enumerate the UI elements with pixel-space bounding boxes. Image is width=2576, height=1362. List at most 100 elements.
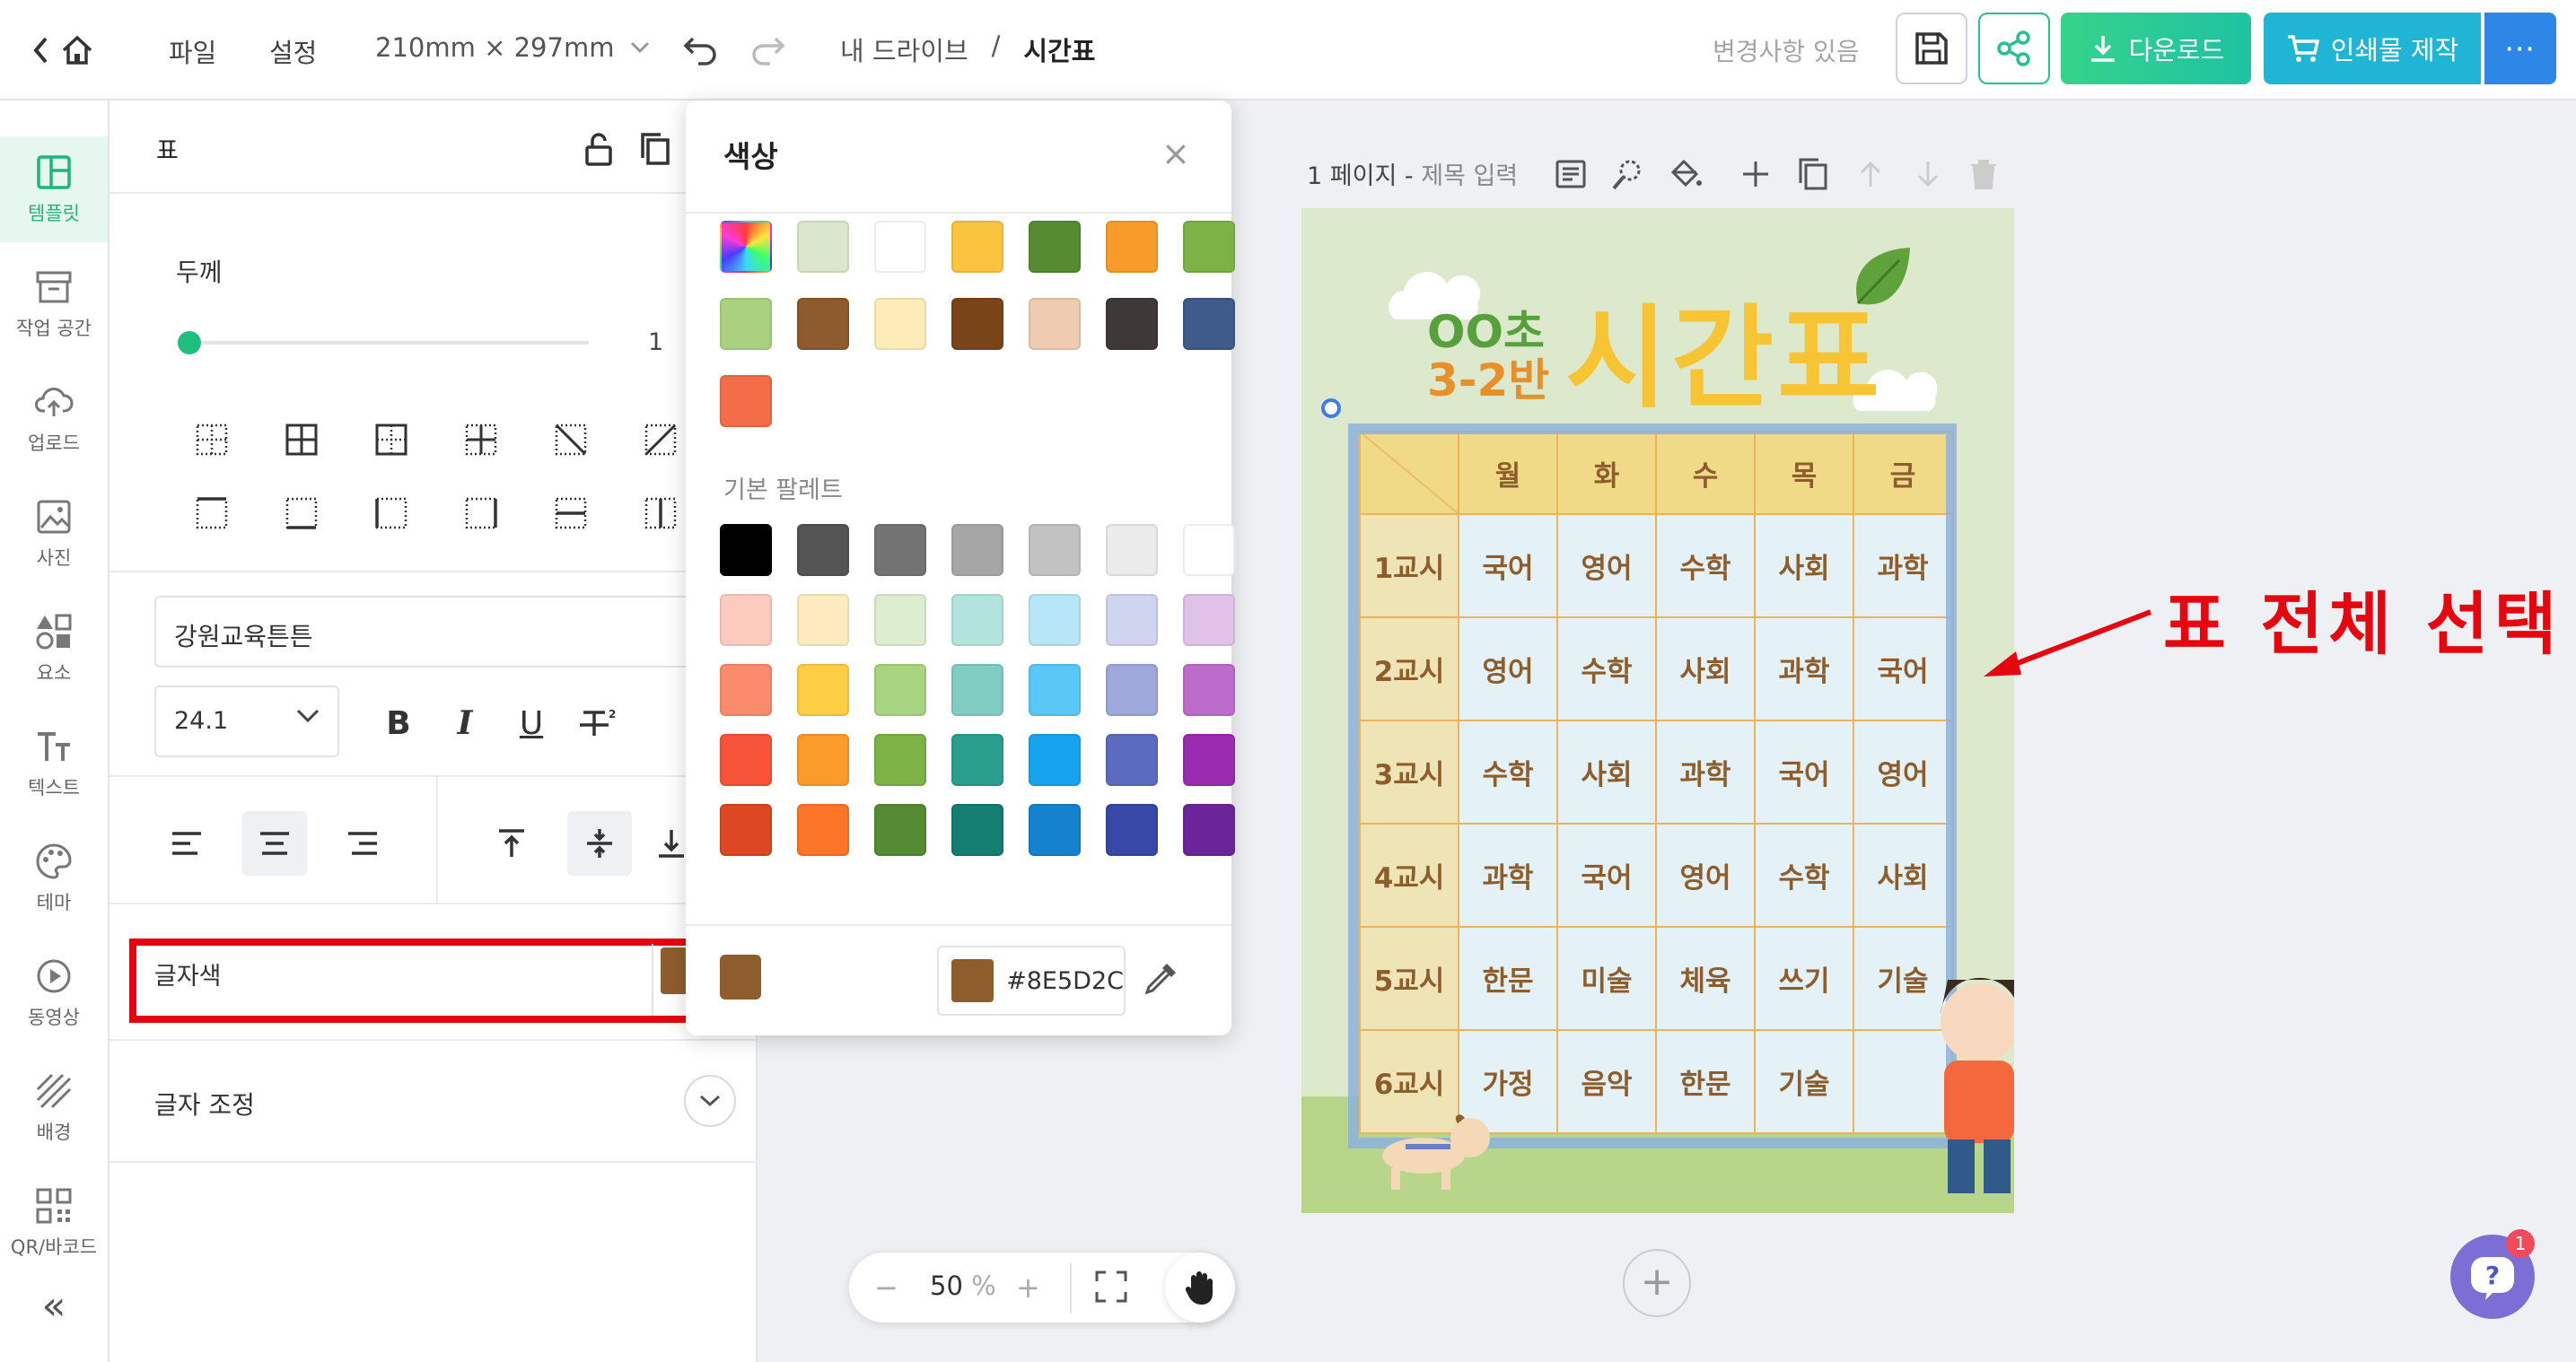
zoom-value[interactable]: 50 %: [930, 1270, 996, 1301]
rail-item-theme[interactable]: 테마: [0, 825, 108, 931]
palette-color-swatch[interactable]: [874, 734, 926, 786]
page-size-dropdown[interactable]: 210mm × 297mm: [375, 32, 650, 63]
thickness-slider-handle[interactable]: [178, 331, 201, 354]
palette-color-swatch[interactable]: [951, 804, 1003, 856]
breadcrumb-root[interactable]: 내 드라이브: [840, 31, 968, 68]
paint-bucket-icon[interactable]: [1668, 156, 1704, 192]
palette-color-swatch[interactable]: [1106, 804, 1158, 856]
breadcrumb-current[interactable]: 시간표: [1023, 31, 1095, 68]
eyedropper-button[interactable]: [1142, 958, 1181, 1001]
palette-color-swatch[interactable]: [874, 594, 926, 646]
palette-color-swatch[interactable]: [1029, 524, 1081, 576]
border-inner-icon[interactable]: [461, 420, 501, 459]
document-color-swatch[interactable]: [951, 298, 1003, 350]
palette-color-swatch[interactable]: [951, 734, 1003, 786]
palette-color-swatch[interactable]: [797, 664, 849, 716]
add-page-button[interactable]: +: [1623, 1249, 1691, 1317]
document-color-swatch[interactable]: [797, 221, 849, 273]
palette-color-swatch[interactable]: [874, 804, 926, 856]
settings-menu[interactable]: 설정: [269, 32, 317, 70]
document-color-swatch[interactable]: [1106, 221, 1158, 273]
custom-color-swatch[interactable]: [720, 221, 772, 273]
palette-color-swatch[interactable]: [1183, 594, 1235, 646]
move-down-icon[interactable]: [1910, 156, 1946, 192]
palette-color-swatch[interactable]: [797, 594, 849, 646]
border-top-icon[interactable]: [192, 493, 232, 533]
bold-button[interactable]: B: [377, 702, 420, 745]
palette-color-swatch[interactable]: [720, 594, 772, 646]
palette-color-swatch[interactable]: [1106, 524, 1158, 576]
rail-item-background[interactable]: 배경: [0, 1055, 108, 1161]
document-color-swatch[interactable]: [720, 298, 772, 350]
back-home-button[interactable]: [32, 27, 108, 74]
palette-color-swatch[interactable]: [1183, 664, 1235, 716]
collapse-rail-button[interactable]: «: [32, 1285, 75, 1328]
undo-button[interactable]: [680, 31, 720, 70]
font-size-select[interactable]: 24.1: [154, 685, 339, 757]
close-icon[interactable]: ×: [1161, 136, 1190, 170]
border-diagonal-down-icon[interactable]: [551, 420, 591, 459]
rail-item-workspace[interactable]: 작업 공간: [0, 251, 108, 357]
current-color-swatch[interactable]: [720, 955, 761, 1000]
fit-screen-icon[interactable]: [1093, 1269, 1129, 1305]
text-adjust-expand-button[interactable]: [684, 1075, 736, 1127]
page-note-icon[interactable]: [1553, 156, 1589, 192]
align-center-button[interactable]: [242, 811, 307, 876]
add-element-icon[interactable]: [1738, 156, 1774, 192]
lock-button[interactable]: [583, 131, 614, 170]
text-color-swatch[interactable]: [661, 947, 688, 994]
palette-color-swatch[interactable]: [951, 524, 1003, 576]
document-color-swatch[interactable]: [1029, 298, 1081, 350]
zoom-out-button[interactable]: −: [874, 1270, 898, 1305]
document-color-swatch[interactable]: [1106, 298, 1158, 350]
palette-color-swatch[interactable]: [1183, 734, 1235, 786]
palette-color-swatch[interactable]: [1029, 734, 1081, 786]
rotate-handle[interactable]: [1321, 398, 1341, 418]
border-left-icon[interactable]: [372, 493, 411, 533]
copy-page-icon[interactable]: [1795, 156, 1831, 192]
rail-item-elements[interactable]: 요소: [0, 596, 108, 702]
document-color-swatch[interactable]: [1183, 221, 1235, 273]
document-color-swatch[interactable]: [720, 375, 772, 427]
palette-color-swatch[interactable]: [1183, 524, 1235, 576]
table-selection-frame[interactable]: [1348, 423, 1957, 1148]
border-vertical-icon[interactable]: [641, 493, 680, 533]
pan-hand-button[interactable]: [1165, 1253, 1235, 1323]
palette-color-swatch[interactable]: [874, 524, 926, 576]
valign-middle-button[interactable]: [567, 811, 632, 876]
document-color-swatch[interactable]: [874, 298, 926, 350]
thickness-slider-track[interactable]: [187, 341, 589, 345]
hex-color-input[interactable]: #8E5D2C: [937, 946, 1126, 1016]
palette-color-swatch[interactable]: [797, 804, 849, 856]
download-button[interactable]: 다운로드: [2061, 13, 2251, 84]
palette-color-swatch[interactable]: [797, 734, 849, 786]
document-color-swatch[interactable]: [1183, 298, 1235, 350]
magic-select-icon[interactable]: [1610, 156, 1646, 192]
document-color-swatch[interactable]: [874, 221, 926, 273]
palette-color-swatch[interactable]: [874, 664, 926, 716]
rail-item-video[interactable]: 동영상: [0, 940, 108, 1046]
document-color-swatch[interactable]: [1029, 221, 1081, 273]
rail-item-upload[interactable]: 업로드: [0, 366, 108, 472]
border-none-icon[interactable]: [192, 420, 232, 459]
palette-color-swatch[interactable]: [1029, 804, 1081, 856]
align-right-button[interactable]: [330, 811, 395, 876]
palette-color-swatch[interactable]: [720, 734, 772, 786]
palette-color-swatch[interactable]: [720, 804, 772, 856]
font-family-select[interactable]: 강원교육튼튼: [154, 596, 729, 668]
rail-item-text[interactable]: 텍스트: [0, 711, 108, 816]
palette-color-swatch[interactable]: [797, 524, 849, 576]
document-color-swatch[interactable]: [951, 221, 1003, 273]
rail-item-qr[interactable]: QR/바코드: [0, 1170, 108, 1276]
border-all-icon[interactable]: [282, 420, 321, 459]
palette-color-swatch[interactable]: [720, 524, 772, 576]
page-title-input[interactable]: 제목 입력: [1421, 162, 1518, 190]
duplicate-button[interactable]: [637, 131, 671, 170]
strikethrough-button[interactable]: 2: [576, 702, 619, 745]
timetable-artboard[interactable]: OO초 3-2반 시간표 월 화 수 목 금 1교시 국어 영어 수학 사회 과학 2교시 영어 수학 사회…: [1301, 208, 2014, 1213]
palette-color-swatch[interactable]: [951, 594, 1003, 646]
palette-color-swatch[interactable]: [1106, 734, 1158, 786]
rail-item-photo[interactable]: 사진: [0, 481, 108, 587]
align-left-button[interactable]: [154, 811, 219, 876]
palette-color-swatch[interactable]: [1106, 664, 1158, 716]
